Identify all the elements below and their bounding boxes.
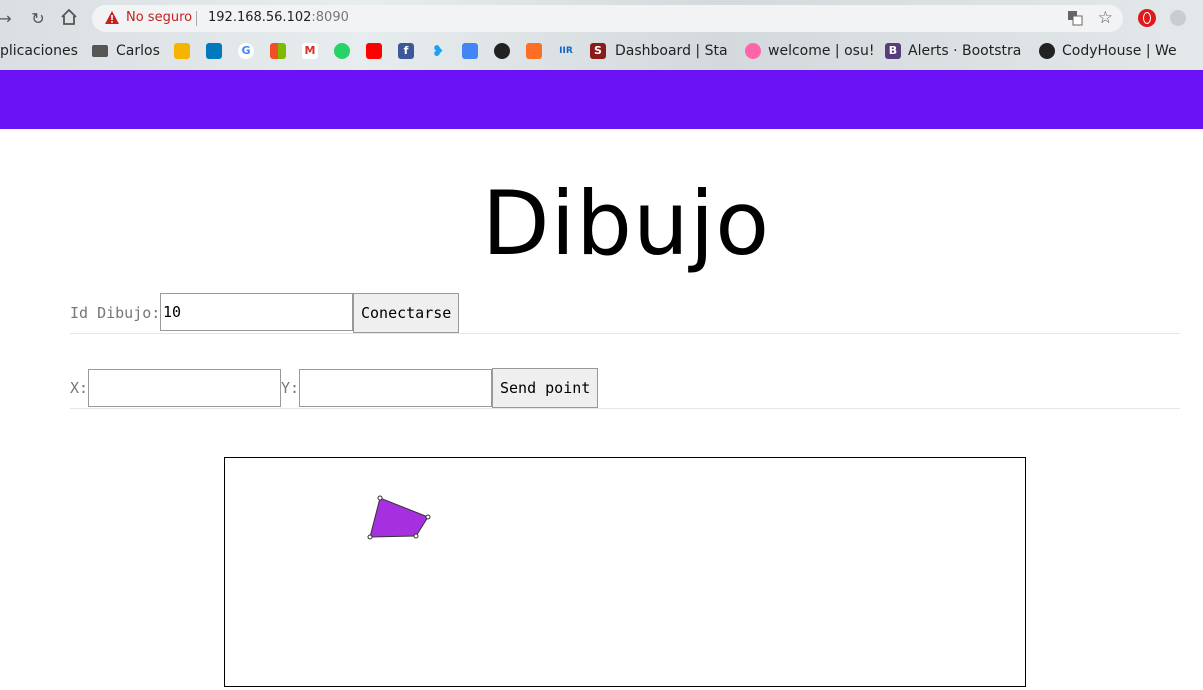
drawing-canvas[interactable] [224,457,1026,687]
y-input[interactable] [299,369,492,407]
keep-icon[interactable] [174,43,190,59]
whatsapp-icon[interactable] [334,43,350,59]
folder-icon [92,45,108,57]
connect-button[interactable]: Conectarse [353,293,460,333]
polygon-vertex [377,495,383,501]
microsoft-icon[interactable] [270,43,286,59]
bookmark-apps[interactable]: plicaciones [0,40,78,62]
twitter-icon[interactable]: ❥ [430,43,446,59]
bookmark-star-icon[interactable]: ☆ [1098,8,1113,28]
google-icon[interactable]: G [238,43,254,59]
browser-chrome: → ↻ No seguro 192.168.56.102:8090 ☆ plic… [0,0,1203,70]
url-text[interactable]: 192.168.56.102:8090 [208,10,349,25]
osu-icon[interactable] [745,43,761,59]
drawn-polygon [369,497,429,538]
trello-icon[interactable] [206,43,222,59]
address-separator [196,11,197,26]
google-translate-icon[interactable] [462,43,478,59]
bookmark-alerts[interactable]: Alerts · Bootstra [908,40,1023,62]
warning-icon [105,11,119,24]
extension-icon[interactable] [1170,10,1186,26]
translate-icon[interactable] [1067,10,1083,26]
polygon-vertex [425,514,431,520]
bookmark-codyhouse[interactable]: CodyHouse | We [1062,40,1176,62]
polygon-vertex [413,533,419,539]
y-label: Y: [281,379,300,397]
point-row: X: Y: Send point [70,367,1180,409]
bookmark-carlos[interactable]: Carlos [116,40,160,62]
browser-toolbar: → ↻ No seguro 192.168.56.102:8090 ☆ [0,0,1203,36]
forward-icon[interactable]: → [0,8,16,30]
youtube-icon[interactable] [366,43,382,59]
bookmarks-bar: plicaciones Carlos G M f ❥ IIR S Dashboa… [0,40,1203,62]
opera-extension-icon[interactable] [1138,9,1156,27]
send-point-button[interactable]: Send point [492,368,599,408]
stanford-icon[interactable]: S [590,43,606,59]
reload-icon[interactable]: ↻ [27,8,49,30]
facebook-icon[interactable]: f [398,43,414,59]
github-icon[interactable] [494,43,510,59]
page-title: Dibujo [481,172,771,275]
drawing-svg [367,495,431,540]
iir-icon[interactable]: IIR [558,43,574,59]
x-label: X: [70,379,89,397]
address-bar[interactable]: No seguro 192.168.56.102:8090 ☆ [92,5,1123,32]
codyhouse-icon[interactable] [1039,43,1055,59]
gitlab-icon[interactable] [526,43,542,59]
header-bar [0,70,1203,129]
connect-row: Id Dibujo: Conectarse [70,292,1180,334]
polygon-vertex [367,534,373,540]
home-icon[interactable] [58,8,80,30]
gmail-icon[interactable]: M [302,43,318,59]
id-dibujo-label: Id Dibujo: [70,304,161,322]
security-label[interactable]: No seguro [126,10,192,25]
x-input[interactable] [88,369,281,407]
bookmark-osu[interactable]: welcome | osu! [768,40,874,62]
bootstrap-icon[interactable]: B [885,43,901,59]
id-dibujo-input[interactable] [160,293,353,331]
bookmark-dashboard[interactable]: Dashboard | Star [615,40,728,62]
